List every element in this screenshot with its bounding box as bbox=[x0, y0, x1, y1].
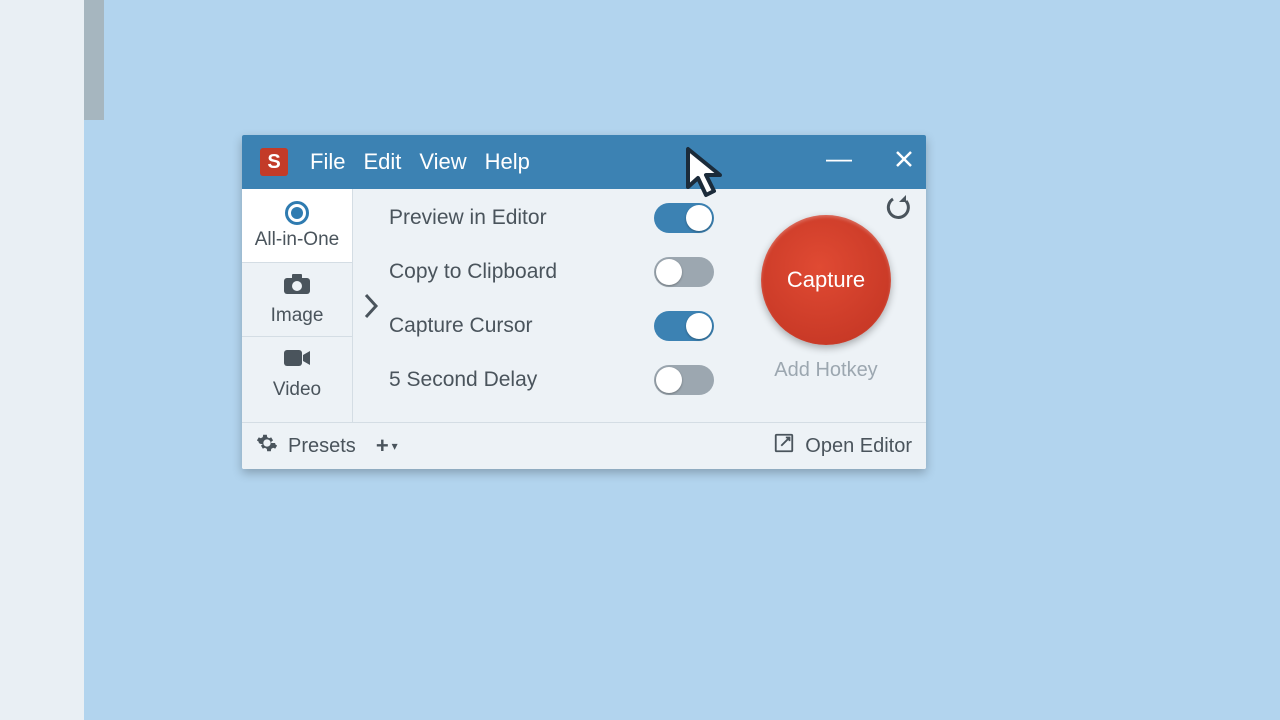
camera-icon bbox=[283, 273, 311, 301]
undo-icon bbox=[884, 195, 912, 223]
menu-file[interactable]: File bbox=[310, 149, 345, 175]
chevron-right-icon bbox=[363, 292, 379, 320]
option-label: Copy to Clipboard bbox=[389, 260, 654, 284]
add-preset-button[interactable]: + ▾ bbox=[376, 433, 398, 459]
menu-view[interactable]: View bbox=[419, 149, 466, 175]
app-logo: S bbox=[260, 148, 288, 176]
sidebar-item-all-in-one[interactable]: All-in-One bbox=[242, 189, 352, 263]
option-label: Preview in Editor bbox=[389, 206, 654, 230]
reset-button[interactable] bbox=[884, 195, 912, 228]
capture-options: Preview in Editor Copy to Clipboard Capt… bbox=[389, 189, 736, 422]
title-bar[interactable]: S File Edit View Help — bbox=[242, 135, 926, 189]
capture-window: S File Edit View Help — All-in-One Image bbox=[242, 135, 926, 469]
open-editor-icon bbox=[773, 432, 795, 460]
all-in-one-icon bbox=[285, 201, 309, 225]
main-area: All-in-One Image Video Preview in Editor bbox=[242, 189, 926, 422]
option-copy-to-clipboard: Copy to Clipboard bbox=[389, 251, 726, 293]
sidebar-item-video[interactable]: Video bbox=[242, 337, 352, 410]
sidebar-item-image[interactable]: Image bbox=[242, 263, 352, 337]
plus-icon: + bbox=[376, 433, 389, 459]
mode-sidebar: All-in-One Image Video bbox=[242, 189, 353, 422]
toggle-preview-in-editor[interactable] bbox=[654, 203, 714, 233]
expand-chevron[interactable] bbox=[353, 189, 389, 422]
page-background-column bbox=[0, 0, 84, 720]
menu-bar: File Edit View Help bbox=[310, 149, 530, 175]
menu-help[interactable]: Help bbox=[485, 149, 530, 175]
capture-column: Capture Add Hotkey bbox=[736, 189, 926, 422]
video-icon bbox=[283, 347, 311, 375]
toggle-knob bbox=[656, 367, 682, 393]
menu-edit[interactable]: Edit bbox=[363, 149, 401, 175]
close-button[interactable] bbox=[894, 149, 914, 175]
toggle-five-second-delay[interactable] bbox=[654, 365, 714, 395]
presets-button[interactable]: Presets bbox=[288, 435, 356, 458]
toggle-knob bbox=[686, 313, 712, 339]
open-editor-label: Open Editor bbox=[805, 435, 912, 458]
dropdown-caret-icon: ▾ bbox=[392, 439, 398, 453]
toggle-copy-to-clipboard[interactable] bbox=[654, 257, 714, 287]
capture-button[interactable]: Capture bbox=[761, 215, 891, 345]
add-hotkey-link[interactable]: Add Hotkey bbox=[774, 359, 877, 382]
presets-group: Presets + ▾ bbox=[256, 432, 398, 460]
option-capture-cursor: Capture Cursor bbox=[389, 305, 726, 347]
option-label: 5 Second Delay bbox=[389, 368, 654, 392]
gear-icon bbox=[256, 432, 278, 460]
sidebar-label-all-in-one: All-in-One bbox=[255, 229, 339, 251]
option-label: Capture Cursor bbox=[389, 314, 654, 338]
sidebar-label-video: Video bbox=[273, 379, 321, 401]
minimize-button[interactable]: — bbox=[826, 143, 852, 174]
window-controls: — bbox=[826, 147, 914, 178]
option-preview-in-editor: Preview in Editor bbox=[389, 197, 726, 239]
open-editor-group[interactable]: Open Editor bbox=[773, 432, 912, 460]
toggle-knob bbox=[656, 259, 682, 285]
footer-bar: Presets + ▾ Open Editor bbox=[242, 422, 926, 469]
window-edge-sliver bbox=[84, 0, 104, 120]
sidebar-label-image: Image bbox=[271, 305, 324, 327]
toggle-knob bbox=[686, 205, 712, 231]
toggle-capture-cursor[interactable] bbox=[654, 311, 714, 341]
capture-button-label: Capture bbox=[787, 267, 865, 293]
option-five-second-delay: 5 Second Delay bbox=[389, 359, 726, 401]
